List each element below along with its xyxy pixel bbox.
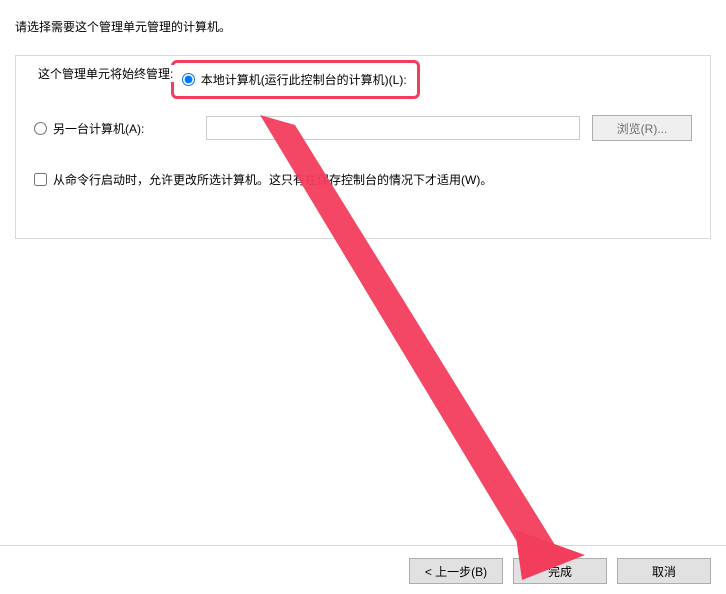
group-label: 这个管理单元将始终管理: [34,65,177,82]
dialog-footer: < 上一步(B) 完成 取消 [0,545,726,584]
allow-change-checkbox-row[interactable]: 从命令行启动时，允许更改所选计算机。这只有在保存控制台的情况下才适用(W)。 [34,171,692,188]
highlight-annotation: 本地计算机(运行此控制台的计算机)(L): [171,60,420,99]
finish-button[interactable]: 完成 [513,558,607,584]
management-target-group: 这个管理单元将始终管理: 本地计算机(运行此控制台的计算机)(L): 另一台计算… [15,55,711,239]
allow-change-label: 从命令行启动时，允许更改所选计算机。这只有在保存控制台的情况下才适用(W)。 [53,171,492,188]
another-computer-label: 另一台计算机(A): [53,120,144,137]
another-computer-input[interactable] [206,116,580,140]
local-computer-option[interactable]: 本地计算机(运行此控制台的计算机)(L): [182,71,407,88]
cancel-button[interactable]: 取消 [617,558,711,584]
local-computer-radio[interactable] [182,73,195,86]
back-button[interactable]: < 上一步(B) [409,558,503,584]
another-computer-radio[interactable] [34,122,47,135]
local-computer-label: 本地计算机(运行此控制台的计算机)(L): [201,71,407,88]
browse-button[interactable]: 浏览(R)... [592,115,692,141]
instruction-text: 请选择需要这个管理单元管理的计算机。 [0,0,726,35]
allow-change-checkbox[interactable] [34,173,47,186]
another-computer-option[interactable]: 另一台计算机(A): [34,120,194,137]
